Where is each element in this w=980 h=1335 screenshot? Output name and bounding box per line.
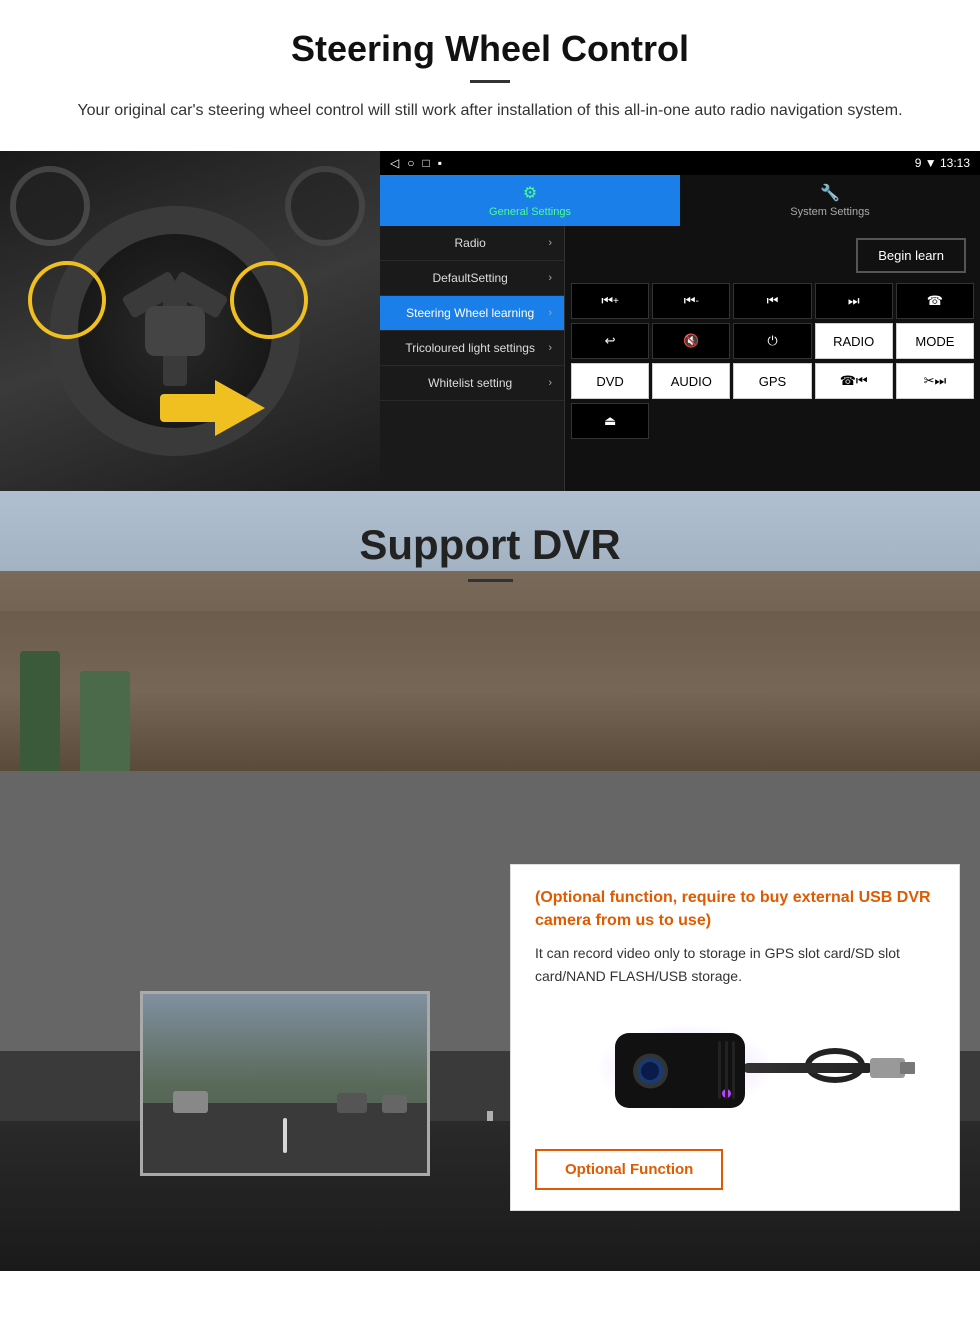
steering-title: Steering Wheel Control: [40, 28, 940, 70]
menu-item-tricoloured[interactable]: Tricoloured light settings ›: [380, 331, 564, 366]
tab-general-label: General Settings: [489, 206, 571, 218]
dvr-info-text: It can record video only to storage in G…: [535, 942, 935, 987]
dvr-divider: [468, 579, 513, 582]
android-statusbar: ◁ ○ □ ▪ 9 ▼ 13:13: [380, 151, 980, 175]
dvr-inset-photo: [140, 991, 430, 1176]
dvr-title: Support DVR: [0, 521, 980, 569]
steering-section: Steering Wheel Control Your original car…: [0, 0, 980, 491]
statusbar-right: 9 ▼ 13:13: [915, 156, 970, 170]
menu-tricoloured-label: Tricoloured light settings: [392, 341, 548, 355]
ctrl-dvd[interactable]: DVD: [571, 363, 649, 399]
ctrl-phone[interactable]: ☎: [896, 283, 974, 319]
dvr-info-title: (Optional function, require to buy exter…: [535, 887, 935, 932]
time-display: 13:13: [940, 156, 970, 170]
ctrl-cut-next[interactable]: ✂⏭: [896, 363, 974, 399]
dvr-header: Support DVR: [0, 491, 980, 602]
chevron-right-icon: ›: [548, 342, 552, 354]
tab-system-settings[interactable]: 🔧 System Settings: [680, 175, 980, 226]
control-row-4: ⏏: [571, 403, 974, 439]
begin-learn-area: Begin learn: [571, 232, 974, 279]
recents-icon: □: [422, 156, 429, 170]
chevron-right-icon: ›: [548, 307, 552, 319]
control-row-2: ↩ 🔇 ⏻ RADIO MODE: [571, 323, 974, 359]
control-row-1: ⏮+ ⏮- ⏮ ⏭ ☎: [571, 283, 974, 319]
ctrl-power[interactable]: ⏻: [733, 323, 811, 359]
ctrl-mute[interactable]: 🔇: [652, 323, 730, 359]
dvr-section: Support DVR (Optional function, require …: [0, 491, 980, 1271]
signal-icon: 9 ▼: [915, 156, 940, 170]
settings-icon: ⚙: [523, 183, 537, 203]
android-menu: Radio › DefaultSetting › Steering Wheel …: [380, 226, 565, 491]
statusbar-left: ◁ ○ □ ▪: [390, 156, 442, 170]
menu-icon: ▪: [438, 156, 442, 170]
ctrl-gps[interactable]: GPS: [733, 363, 811, 399]
ctrl-vol-up[interactable]: ⏮+: [571, 283, 649, 319]
optional-function-button[interactable]: Optional Function: [535, 1149, 723, 1190]
steering-divider: [470, 80, 510, 83]
back-icon: ◁: [390, 156, 399, 170]
dvr-camera-image: [535, 1003, 935, 1133]
menu-steering-label: Steering Wheel learning: [392, 306, 548, 320]
tab-general-settings[interactable]: ⚙ General Settings: [380, 175, 680, 226]
steering-container: ◁ ○ □ ▪ 9 ▼ 13:13 ⚙ General Settings 🔧: [0, 151, 980, 491]
menu-item-whitelist[interactable]: Whitelist setting ›: [380, 366, 564, 401]
menu-default-label: DefaultSetting: [392, 271, 548, 285]
chevron-right-icon: ›: [548, 377, 552, 389]
android-content: Begin learn ⏮+ ⏮- ⏮ ⏭ ☎ ↩ 🔇 ⏻: [565, 226, 980, 491]
steering-photo: [0, 151, 380, 491]
tab-system-label: System Settings: [790, 206, 869, 218]
chevron-right-icon: ›: [548, 272, 552, 284]
menu-radio-label: Radio: [392, 236, 548, 250]
ctrl-next[interactable]: ⏭: [815, 283, 893, 319]
control-row-3: DVD AUDIO GPS ☎⏮ ✂⏭: [571, 363, 974, 399]
ctrl-vol-down[interactable]: ⏮-: [652, 283, 730, 319]
android-body: Radio › DefaultSetting › Steering Wheel …: [380, 226, 980, 491]
android-panel: ◁ ○ □ ▪ 9 ▼ 13:13 ⚙ General Settings 🔧: [380, 151, 980, 491]
ctrl-audio[interactable]: AUDIO: [652, 363, 730, 399]
system-icon: 🔧: [820, 183, 840, 203]
menu-item-default[interactable]: DefaultSetting ›: [380, 261, 564, 296]
ctrl-radio[interactable]: RADIO: [815, 323, 893, 359]
ctrl-prev[interactable]: ⏮: [733, 283, 811, 319]
begin-learn-button[interactable]: Begin learn: [856, 238, 966, 273]
menu-item-steering[interactable]: Steering Wheel learning ›: [380, 296, 564, 331]
ctrl-hangup[interactable]: ↩: [571, 323, 649, 359]
menu-item-radio[interactable]: Radio ›: [380, 226, 564, 261]
ctrl-phone-prev[interactable]: ☎⏮: [815, 363, 893, 399]
ctrl-mode[interactable]: MODE: [896, 323, 974, 359]
chevron-right-icon: ›: [548, 237, 552, 249]
steering-header: Steering Wheel Control Your original car…: [0, 0, 980, 133]
steering-subtitle: Your original car's steering wheel contr…: [60, 99, 920, 123]
menu-whitelist-label: Whitelist setting: [392, 376, 548, 390]
ctrl-eject[interactable]: ⏏: [571, 403, 649, 439]
android-tabs: ⚙ General Settings 🔧 System Settings: [380, 175, 980, 226]
home-icon: ○: [407, 156, 414, 170]
dvr-info-card: (Optional function, require to buy exter…: [510, 864, 960, 1211]
